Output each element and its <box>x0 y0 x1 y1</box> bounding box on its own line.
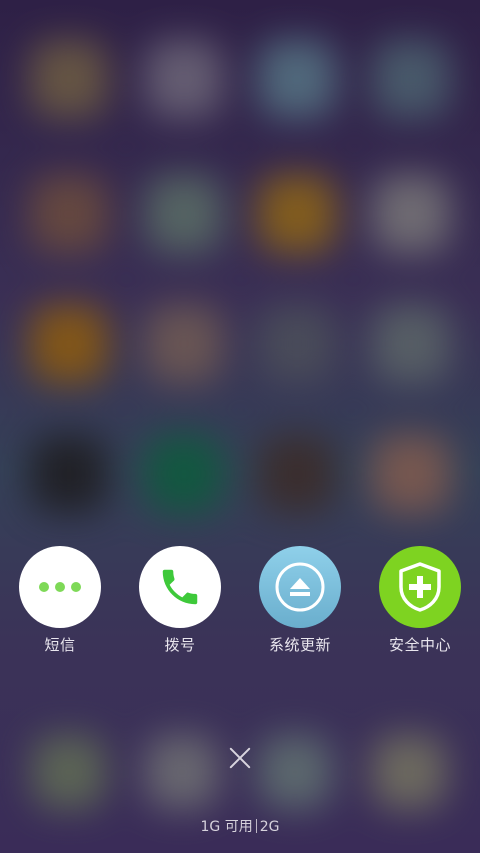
ellipsis-icon <box>39 582 81 592</box>
blurred-app-icon <box>30 305 108 383</box>
blurred-app-icon <box>145 40 223 118</box>
blurred-app-icon <box>145 305 223 383</box>
sms-button[interactable] <box>19 546 101 628</box>
dialer-button[interactable] <box>139 546 221 628</box>
blurred-app-icon <box>258 40 336 118</box>
blurred-app-icon <box>372 735 446 809</box>
blurred-app-icon <box>32 735 106 809</box>
blurred-app-icon <box>258 735 332 809</box>
blurred-app-icon <box>372 305 450 383</box>
blurred-app-icon <box>30 40 108 118</box>
blurred-home-screen <box>0 0 480 853</box>
sms-label: 短信 <box>44 636 76 654</box>
close-icon[interactable] <box>228 746 252 770</box>
memory-available: 1G 可用 <box>200 819 253 835</box>
system-update-label: 系统更新 <box>268 636 331 654</box>
security-center-label: 安全中心 <box>388 636 451 654</box>
blurred-app-icon <box>145 175 223 253</box>
blurred-app-icon <box>372 435 450 513</box>
blurred-app-icon <box>258 175 336 253</box>
eject-icon <box>275 562 325 612</box>
security-center-button[interactable] <box>379 546 461 628</box>
blurred-app-icon <box>30 435 108 513</box>
memory-status: 1G 可用 2G <box>0 816 480 836</box>
system-update-app[interactable]: 系统更新 <box>250 546 350 655</box>
blurred-app-icon <box>30 175 108 253</box>
dialer-app[interactable]: 拨号 <box>130 546 230 655</box>
phone-icon <box>162 569 198 605</box>
blurred-app-icon <box>145 735 219 809</box>
blurred-app-icon <box>145 435 223 513</box>
system-update-button[interactable] <box>259 546 341 628</box>
memory-total: 2G <box>259 819 280 835</box>
blurred-app-icon <box>372 175 450 253</box>
sms-app[interactable]: 短信 <box>10 546 110 655</box>
dialer-label: 拨号 <box>164 636 196 654</box>
security-center-app[interactable]: 安全中心 <box>370 546 470 655</box>
blurred-app-icon <box>258 305 336 383</box>
blurred-app-icon <box>372 40 450 118</box>
blurred-app-icon <box>258 435 336 513</box>
shield-plus-icon <box>399 562 441 612</box>
divider <box>255 819 257 833</box>
